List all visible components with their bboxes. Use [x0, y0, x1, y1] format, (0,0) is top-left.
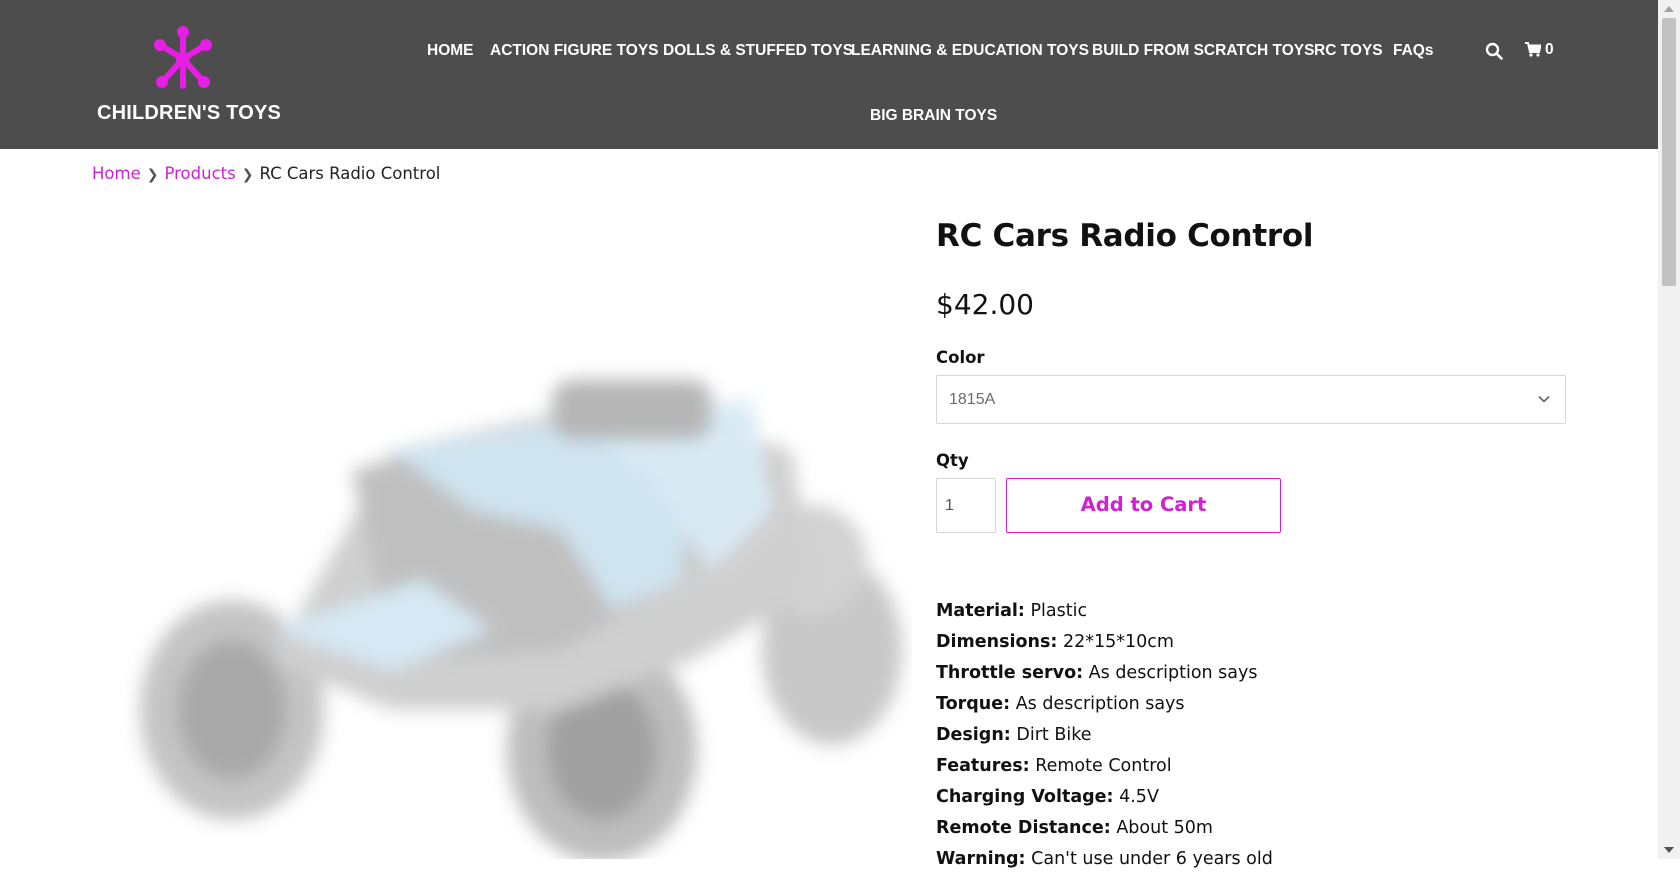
scroll-up-arrow[interactable]	[1664, 6, 1674, 12]
search-icon[interactable]	[1485, 42, 1503, 60]
color-select-value: 1815A	[949, 391, 996, 408]
add-to-cart-button[interactable]: Add to Cart	[1006, 478, 1281, 533]
spec-key: Warning:	[936, 849, 1026, 869]
spec-item: Throttle servo: As description says	[936, 660, 1273, 691]
scroll-thumb[interactable]	[1662, 18, 1676, 286]
color-select[interactable]: 1815A	[936, 375, 1566, 424]
cart-count: 0	[1545, 41, 1554, 58]
scrollbar[interactable]	[1658, 0, 1680, 859]
product-image[interactable]	[92, 330, 912, 859]
chevron-right-icon: ❯	[241, 167, 254, 183]
cart-icon	[1525, 42, 1542, 57]
logo-text: CHILDREN'S TOYS	[96, 102, 282, 124]
spec-value: 22*15*10cm	[1062, 632, 1174, 652]
chevron-right-icon: ❯	[146, 167, 159, 183]
spec-item: Warning: Can't use under 6 years old	[936, 846, 1273, 877]
nav-big-brain-toys[interactable]: BIG BRAIN TOYS	[870, 107, 997, 125]
breadcrumb: Home ❯ Products ❯ RC Cars Radio Control	[92, 164, 440, 183]
spec-value: Can't use under 6 years old	[1031, 849, 1273, 869]
spec-item: Features: Remote Control	[936, 753, 1273, 784]
spec-value: Plastic	[1030, 601, 1088, 621]
spec-key: Features:	[936, 756, 1030, 776]
asterisk-logo-icon	[154, 26, 212, 89]
site-logo[interactable]: CHILDREN'S TOYS	[94, 24, 284, 128]
spec-key: Charging Voltage:	[936, 787, 1114, 807]
breadcrumb-current: RC Cars Radio Control	[259, 164, 441, 183]
spec-key: Torque:	[936, 694, 1011, 714]
cart-link[interactable]: 0	[1525, 41, 1554, 59]
spec-value: Remote Control	[1035, 756, 1172, 776]
spec-item: Charging Voltage: 4.5V	[936, 784, 1273, 815]
scroll-down-arrow[interactable]	[1664, 847, 1674, 853]
spec-value: About 50m	[1116, 818, 1213, 838]
breadcrumb-home[interactable]: Home	[92, 164, 141, 183]
spec-value: Dirt Bike	[1016, 725, 1092, 745]
product-title: RC Cars Radio Control	[936, 218, 1314, 254]
spec-key: Throttle servo:	[936, 663, 1084, 683]
breadcrumb-products[interactable]: Products	[164, 164, 235, 183]
spec-key: Design:	[936, 725, 1011, 745]
nav-home[interactable]: HOME	[427, 42, 474, 60]
product-specs: Material: Plastic Dimensions: 22*15*10cm…	[936, 598, 1273, 877]
nav-dolls-stuffed-toys[interactable]: DOLLS & STUFFED TOYS	[663, 42, 853, 60]
spec-item: Torque: As description says	[936, 691, 1273, 722]
spec-item: Material: Plastic	[936, 598, 1273, 629]
nav-rc-toys[interactable]: RC TOYS	[1314, 42, 1383, 60]
nav-build-from-scratch-toys[interactable]: BUILD FROM SCRATCH TOYS	[1092, 42, 1314, 60]
product-price: $42.00	[936, 288, 1034, 321]
spec-item: Dimensions: 22*15*10cm	[936, 629, 1273, 660]
spec-value: 4.5V	[1119, 787, 1159, 807]
spec-key: Remote Distance:	[936, 818, 1111, 838]
spec-key: Material:	[936, 601, 1025, 621]
nav-action-figure-toys[interactable]: ACTION FIGURE TOYS	[490, 42, 659, 60]
nav-learning-education-toys[interactable]: LEARNING & EDUCATION TOYS	[851, 42, 1089, 60]
spec-value: As description says	[1015, 694, 1185, 714]
site-header: CHILDREN'S TOYS HOME ACTION FIGURE TOYS …	[0, 0, 1658, 149]
quantity-input[interactable]: 1	[936, 478, 996, 533]
spec-key: Dimensions:	[936, 632, 1058, 652]
rc-car-image	[140, 380, 902, 859]
chevron-down-icon	[1538, 395, 1550, 403]
spec-value: As description says	[1088, 663, 1258, 683]
spec-item: Design: Dirt Bike	[936, 722, 1273, 753]
nav-faqs[interactable]: FAQs	[1393, 42, 1433, 60]
spec-item: Remote Distance: About 50m	[936, 815, 1273, 846]
qty-label: Qty	[936, 451, 969, 470]
color-label: Color	[936, 348, 985, 367]
